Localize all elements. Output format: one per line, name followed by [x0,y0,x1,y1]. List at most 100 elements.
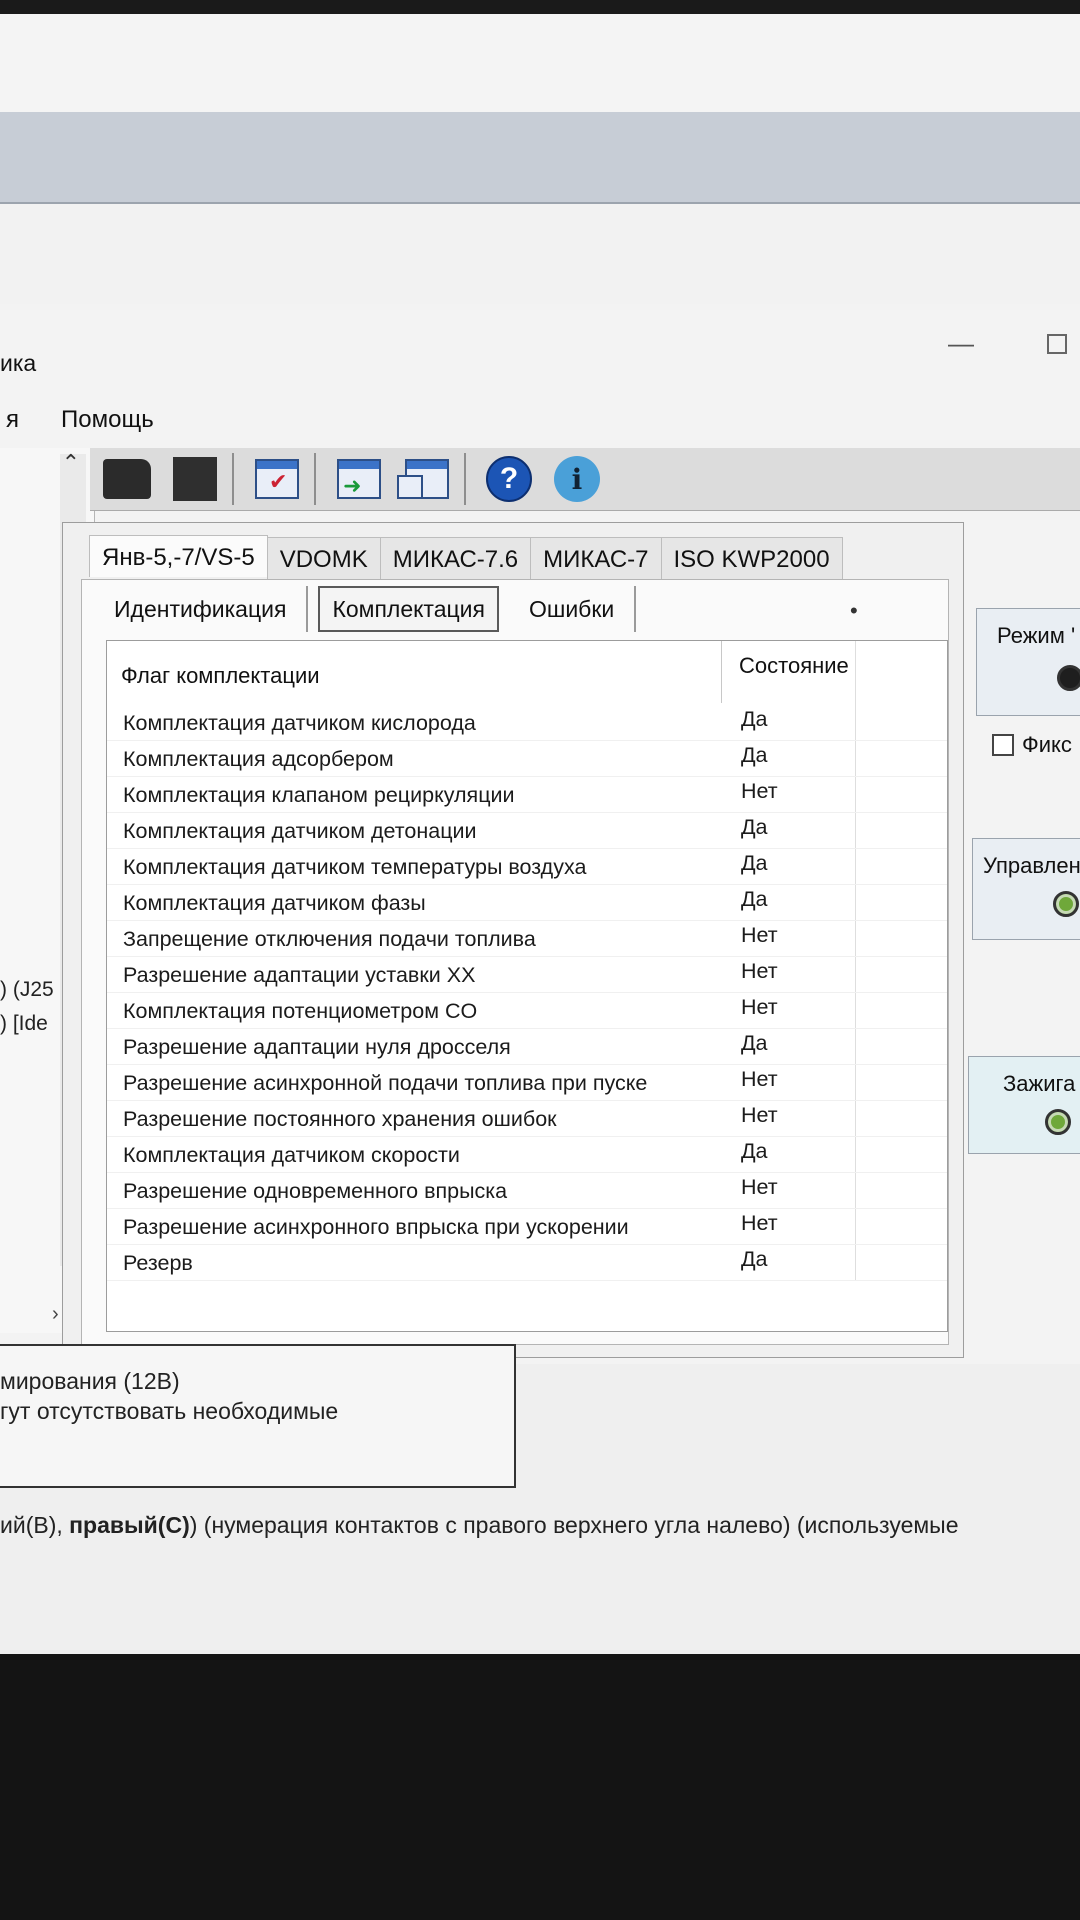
export-button[interactable] [328,451,390,507]
row-state-value: Да [741,1247,768,1271]
table-row[interactable]: Комплектация клапаном рециркуляции Нет [107,777,947,813]
minimize-icon[interactable]: — [948,328,974,359]
row-flag-label: Разрешение асинхронной подачи топлива пр… [123,1071,648,1095]
table-row[interactable]: Комплектация датчиком скорости Да [107,1137,947,1173]
tab-configuration[interactable]: Комплектация [318,586,499,632]
table-row[interactable]: Комплектация датчиком кислорода Да [107,705,947,741]
control-panel: Управлен [972,838,1080,940]
row-state-value: Да [741,1031,768,1055]
scroll-right-icon[interactable]: › [52,1303,59,1326]
table-row[interactable]: Разрешение одновременного впрыска Нет [107,1173,947,1209]
background-window-titlebar [0,112,1080,204]
open-folder-icon [103,459,151,499]
table-row[interactable]: Разрешение асинхронной подачи топлива пр… [107,1065,947,1101]
ignition-indicator-icon [1045,1109,1071,1135]
document-text: ) (нумерация контактов с правого верхнег… [189,1512,959,1538]
document-table: мирования (12В) гут отсутствовать необхо… [0,1344,516,1488]
document-paragraph: ий(В), правый(С)) (нумерация контактов с… [0,1512,959,1539]
row-flag-label: Комплектация датчиком кислорода [123,711,476,735]
row-state-value: Да [741,815,768,839]
row-state-value: Да [741,1139,768,1163]
toolbar: ? i [90,448,1080,511]
fix-checkbox[interactable] [992,734,1014,756]
row-state-value: Да [741,743,768,767]
toolbar-separator [314,453,316,505]
fix-label: Фикс [1022,732,1072,757]
tab-iso-kwp2000[interactable]: ISO KWP2000 [660,537,843,579]
menu-bar: я Помощь [0,404,160,438]
list-header: Флаг комплектации Состояние [107,641,947,703]
tab-errors[interactable]: Ошибки [509,586,637,632]
table-row[interactable]: Комплектация датчиком детонации Да [107,813,947,849]
document-bold-text: правый(С) [69,1512,190,1538]
about-button[interactable]: i [546,451,608,507]
table-row[interactable]: Разрешение адаптации уставки XX Нет [107,957,947,993]
row-flag-label: Комплектация датчиком скорости [123,1143,460,1167]
stop-button[interactable] [164,451,226,507]
row-flag-label: Разрешение постоянного хранения ошибок [123,1107,557,1131]
control-indicator-icon [1053,891,1079,917]
save-button[interactable] [396,451,458,507]
table-row[interactable]: Запрещение отключения подачи топлива Нет [107,921,947,957]
tab-mikas76[interactable]: МИКАС-7.6 [379,537,532,579]
tab-vdomk[interactable]: VDOMK [266,537,381,579]
row-flag-label: Разрешение адаптации нуля дросселя [123,1035,511,1059]
scroll-up-icon[interactable]: ⌃ [62,450,80,476]
row-flag-label: Комплектация датчиком температуры воздух… [123,855,587,879]
maximize-icon[interactable] [1047,334,1067,354]
menu-item-help[interactable]: Помощь [55,404,160,438]
row-state-value: Нет [741,1211,778,1235]
settings-button[interactable] [246,451,308,507]
tab-mikas7[interactable]: МИКАС-7 [530,537,662,579]
table-row[interactable]: Разрешение адаптации нуля дросселя Да [107,1029,947,1065]
tab-jan5[interactable]: Янв-5,-7/VS-5 [89,535,268,577]
table-row[interactable]: Комплектация потенциометром CO Нет [107,993,947,1029]
row-flag-label: Комплектация адсорбером [123,747,394,771]
document-text: гут отсутствовать необходимые [0,1398,339,1424]
info-icon: i [554,456,600,502]
row-state-value: Да [741,887,768,911]
stop-icon [173,457,217,501]
protocol-tab-content: Идентификация Комплектация Ошибки • ➤ Фл… [81,579,949,1345]
row-flag-label: Комплектация датчиком детонации [123,819,477,843]
background-window [0,14,1080,112]
tree-item[interactable]: ) (J25 [0,978,54,1002]
row-state-value: Нет [741,1103,778,1127]
stray-dot: • [850,598,858,623]
table-row[interactable]: Разрешение асинхронного впрыска при уско… [107,1209,947,1245]
open-button[interactable] [96,451,158,507]
configuration-list[interactable]: Флаг комплектации Состояние Комплектация… [106,640,948,1332]
window-title: ика [0,350,37,376]
diagnostic-panel: Янв-5,-7/VS-5 VDOMK МИКАС-7.6 МИКАС-7 IS… [62,522,964,1358]
help-icon: ? [486,456,532,502]
row-state-value: Нет [741,779,778,803]
table-row[interactable]: Разрешение постоянного хранения ошибок Не… [107,1101,947,1137]
row-flag-label: Разрешение асинхронного впрыска при уско… [123,1215,629,1239]
column-divider[interactable] [721,641,722,703]
table-row[interactable]: Резерв Да [107,1245,947,1281]
column-header-state[interactable]: Состояние [739,653,849,679]
protocol-tabs: Янв-5,-7/VS-5 VDOMK МИКАС-7.6 МИКАС-7 IS… [89,535,843,579]
tree-item[interactable]: ) [Ide [0,1012,48,1036]
background-window-body [0,204,1080,304]
toolbar-separator [232,453,234,505]
mode-panel: Режим ' [976,608,1080,716]
row-state-value: Нет [741,1175,778,1199]
settings-window-icon [255,459,299,499]
table-row[interactable]: Комплектация датчиком фазы Да [107,885,947,921]
help-button[interactable]: ? [478,451,540,507]
list-rows: Комплектация датчиком кислорода Да Комплек… [107,705,947,1281]
mode-label: Режим ' [997,623,1076,648]
table-row[interactable]: Комплектация адсорбером Да [107,741,947,777]
row-state-value: Нет [741,1067,778,1091]
app-window: ика — я Помощь ⌃ ⌄ › ) (J25 ) [Ide ? i [0,304,1080,1364]
menu-item-view[interactable]: я [0,404,25,438]
row-flag-label: Комплектация датчиком фазы [123,891,426,915]
row-flag-label: Разрешение адаптации уставки XX [123,963,476,987]
monitor-bezel [0,1654,1080,1920]
column-header-flag[interactable]: Флаг комплектации [121,663,320,689]
tab-identification[interactable]: Идентификация [94,586,309,632]
save-window-icon [397,459,449,499]
row-flag-label: Комплектация клапаном рециркуляции [123,783,515,807]
table-row[interactable]: Комплектация датчиком температуры воздух… [107,849,947,885]
